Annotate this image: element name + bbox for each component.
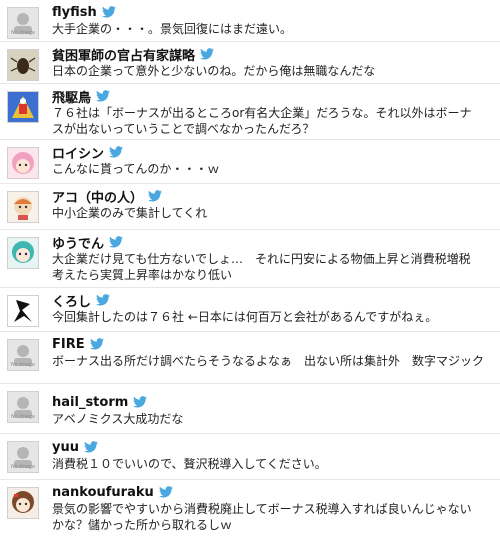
avatar[interactable] [7,49,39,81]
twitter-bird-icon[interactable] [101,6,116,18]
user-name[interactable]: flyfish [52,5,97,20]
tweet-text: 大企業だけ見ても仕方ないでしょ… それに円安による物価上昇と消費税増税 考えたら… [52,252,471,282]
twitter-bird-icon[interactable] [109,146,124,158]
tweet-item: No Image FIRE ボーナス出る所だけ調べたらそうなるよなぁ 出ない所は… [0,332,500,384]
no-image-label: No Image [10,414,36,420]
twitter-bird-icon[interactable] [158,486,173,498]
user-name[interactable]: 貧困軍師の官占有家謀略 [52,45,195,64]
tweet-text: 日本の企業って意外と少ないのね。だから俺は無職なんだな [52,64,376,78]
twitter-bird-icon[interactable] [200,48,215,60]
avatar[interactable] [7,295,39,327]
insect-icon [8,50,38,80]
avatar[interactable] [7,91,39,123]
no-image-label: No Image [10,362,36,368]
tweet-text: 中小企業のみで集計してくれ [52,206,208,220]
robot-art-icon [8,92,38,122]
tweet-item: アコ（中の人） 中小企業のみで集計してくれ [0,184,500,230]
tweet-text: 大手企業の・・・。景気回復にはまだ遠い。 [52,22,293,36]
user-name[interactable]: くろし [52,291,91,310]
tweet-item: 飛駆鳥 ７６社は「ボーナスが出るところor有名大企業」だろうな。それ以外はボーナ… [0,84,500,140]
avatar[interactable]: No Image [7,391,39,423]
pink-hair-girl-icon [8,148,38,178]
avatar[interactable] [7,487,39,519]
tweet-text: こんなに貰ってんのか・・・ｗ [52,162,220,176]
avatar[interactable]: No Image [7,7,39,39]
user-name[interactable]: yuu [52,440,79,455]
tweet-item: nankoufuraku 景気の影響でやすいから消費税廃止してボーナス税導入すれ… [0,480,500,536]
black-figure-icon [8,296,38,326]
tweet-item: No Image yuu 消費税１０でいいので、贅沢税導入してください。 [0,434,500,480]
tweet-item: 貧困軍師の官占有家謀略 日本の企業って意外と少ないのね。だから俺は無職なんだな [0,42,500,84]
tweet-item: No Image hail_storm アベノミクス大成功だな [0,384,500,434]
tweet-text: アベノミクス大成功だな [52,412,184,426]
chibi-character-icon [8,192,38,222]
tweet-item: ゆうでん 大企業だけ見ても仕方ないでしょ… それに円安による物価上昇と消費税増税… [0,230,500,288]
twitter-bird-icon[interactable] [83,441,98,453]
no-image-label: No Image [10,30,36,36]
user-name[interactable]: ゆうでん [52,233,104,252]
twitter-bird-icon[interactable] [133,396,148,408]
tweet-item: ロイシン こんなに貰ってんのか・・・ｗ [0,140,500,184]
tweet-text: 今回集計したのは７６社 ←日本には何百万と会社があるんですがねぇ。 [52,310,438,324]
user-name[interactable]: nankoufuraku [52,485,154,500]
brown-hair-girl-icon [8,488,38,518]
user-name[interactable]: FIRE [52,337,85,352]
user-name[interactable]: ロイシン [52,143,104,162]
twitter-bird-icon[interactable] [148,190,163,202]
tweet-text: ７６社は「ボーナスが出るところor有名大企業」だろうな。それ以外はボーナ スが出… [52,106,472,136]
tweet-item: くろし 今回集計したのは７６社 ←日本には何百万と会社があるんですがねぇ。 [0,288,500,332]
avatar[interactable] [7,237,39,269]
avatar[interactable] [7,147,39,179]
avatar[interactable]: No Image [7,441,39,473]
avatar[interactable]: No Image [7,339,39,371]
tweet-text: 景気の影響でやすいから消費税廃止してボーナス税導入すれば良いんじゃない かな？儲… [52,502,472,532]
twitter-bird-icon[interactable] [89,338,104,350]
user-name[interactable]: 飛駆鳥 [52,87,91,106]
no-image-label: No Image [10,464,36,470]
twitter-bird-icon[interactable] [109,236,124,248]
user-name[interactable]: アコ（中の人） [52,187,143,206]
tweet-text: ボーナス出る所だけ調べたらそうなるよなぁ 出ない所は集計外 数字マジック [52,354,485,368]
twitter-bird-icon[interactable] [96,294,111,306]
teal-hair-girl-icon [8,238,38,268]
user-name[interactable]: hail_storm [52,395,128,410]
twitter-bird-icon[interactable] [96,90,111,102]
avatar[interactable] [7,191,39,223]
tweet-text: 消費税１０でいいので、贅沢税導入してください。 [52,457,327,471]
tweet-item: No Image flyfish 大手企業の・・・。景気回復にはまだ遠い。 [0,0,500,42]
